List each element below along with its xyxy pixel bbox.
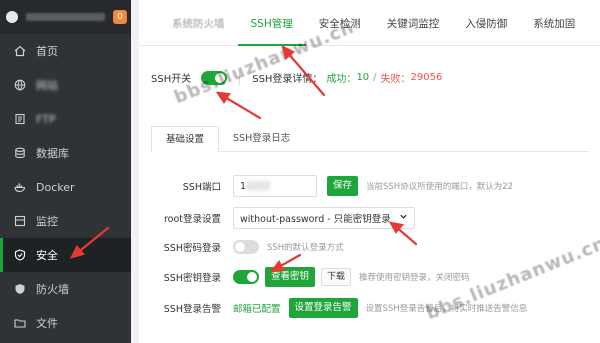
ssh-port-hint: 当前SSH协议所使用的端口，默认为22	[366, 182, 514, 192]
sidebar-item-label: FTP	[36, 112, 56, 126]
notification-badge[interactable]: 0	[113, 10, 127, 24]
ftp-icon	[14, 113, 26, 125]
home-icon	[14, 45, 26, 57]
key-login-row: SSH密钥登录 查看密钥 下载 推荐使用密钥登录，关闭密码	[151, 267, 470, 287]
server-name	[26, 13, 105, 21]
tab-ssh-login-log[interactable]: SSH登录日志	[219, 126, 304, 152]
sidebar-item-label: 数据库	[36, 147, 69, 160]
security-tabs: 系统防火墙 SSH管理 安全检测 关键词监控 入侵防御 系统加固	[139, 0, 600, 46]
password-login-hint: SSH的默认登录方式	[267, 243, 344, 253]
tab-basic-settings[interactable]: 基础设置	[151, 126, 220, 153]
logo-icon	[6, 11, 18, 23]
success-count[interactable]: 10	[356, 72, 369, 83]
alert-mail-status[interactable]: 邮箱已配置	[233, 301, 281, 315]
ssh-port-input[interactable]: 1 2222	[233, 175, 317, 197]
fail-label: 失败：	[380, 74, 411, 85]
save-port-button[interactable]: 保存	[327, 176, 359, 196]
tab-intrusion-prevention[interactable]: 入侵防御	[452, 16, 520, 45]
key-login-hint: 推荐使用密钥登录，关闭密码	[359, 273, 470, 283]
sidebar-header: 0	[0, 0, 131, 34]
password-login-label: SSH密码登录	[163, 243, 221, 254]
folder-icon	[14, 317, 26, 329]
docker-icon	[14, 181, 26, 193]
tab-keyword-monitor[interactable]: 关键词监控	[374, 16, 453, 45]
main-panel: 系统防火墙 SSH管理 安全检测 关键词监控 入侵防御 系统加固 SSH开关 S…	[139, 0, 600, 343]
ssh-port-masked: 2222	[246, 180, 271, 192]
firewall-icon	[14, 283, 26, 295]
sidebar-item-label: 文件	[36, 317, 58, 330]
chevron-down-icon	[399, 212, 408, 224]
count-divider: /	[373, 72, 377, 83]
sidebar: 0 首页 网站 FTP 数据库 Docker 监控 安全 防火墙 文件	[0, 0, 131, 343]
key-login-toggle[interactable]	[233, 270, 259, 284]
root-login-select[interactable]: without-password - 只能密钥登录	[233, 207, 415, 229]
ssh-subtabs: 基础设置 SSH登录日志	[151, 126, 589, 153]
login-alert-label: SSH登录告警	[163, 304, 221, 315]
sidebar-item-home[interactable]: 首页	[0, 34, 131, 68]
sidebar-item-security[interactable]: 安全	[0, 238, 131, 272]
root-login-row: root登录设置 without-password - 只能密钥登录	[151, 207, 415, 229]
monitor-icon	[14, 215, 26, 227]
set-login-alert-button[interactable]: 设置登录告警	[288, 298, 358, 318]
sidebar-item-database[interactable]: 数据库	[0, 136, 131, 170]
ssh-port-row: SSH端口 1 2222 保存 当前SSH协议所使用的端口，默认为22	[151, 175, 513, 197]
database-icon	[14, 147, 26, 159]
ssh-port-label: SSH端口	[182, 182, 221, 193]
sidebar-item-label: 网站	[36, 79, 58, 92]
sidebar-item-label: 监控	[36, 215, 58, 228]
sidebar-item-label: 首页	[36, 45, 58, 58]
sidebar-item-label: 防火墙	[36, 283, 69, 296]
sidebar-item-monitor[interactable]: 监控	[0, 204, 131, 238]
root-login-label: root登录设置	[163, 214, 221, 225]
tab-system-firewall[interactable]: 系统防火墙	[159, 16, 238, 45]
sidebar-item-label: Docker	[36, 180, 75, 194]
root-login-value: without-password - 只能密钥登录	[240, 214, 391, 225]
password-login-row: SSH密码登录 SSH的默认登录方式	[151, 240, 344, 254]
sidebar-item-firewall[interactable]: 防火墙	[0, 272, 131, 306]
password-login-toggle[interactable]	[233, 240, 259, 254]
download-key-button[interactable]: 下载	[321, 268, 352, 286]
key-login-label: SSH密钥登录	[163, 273, 221, 284]
success-label: 成功：	[326, 74, 357, 85]
globe-icon	[14, 79, 26, 91]
sidebar-item-website[interactable]: 网站	[0, 68, 131, 102]
sidebar-item-label: 安全	[36, 249, 58, 262]
fail-count[interactable]: 29056	[411, 72, 443, 83]
sidebar-item-files[interactable]: 文件	[0, 306, 131, 340]
shield-icon	[14, 249, 26, 261]
sidebar-item-ftp[interactable]: FTP	[0, 102, 131, 136]
view-key-button[interactable]: 查看密钥	[265, 267, 316, 287]
sidebar-item-docker[interactable]: Docker	[0, 170, 131, 204]
tab-system-hardening[interactable]: 系统加固	[520, 16, 588, 45]
